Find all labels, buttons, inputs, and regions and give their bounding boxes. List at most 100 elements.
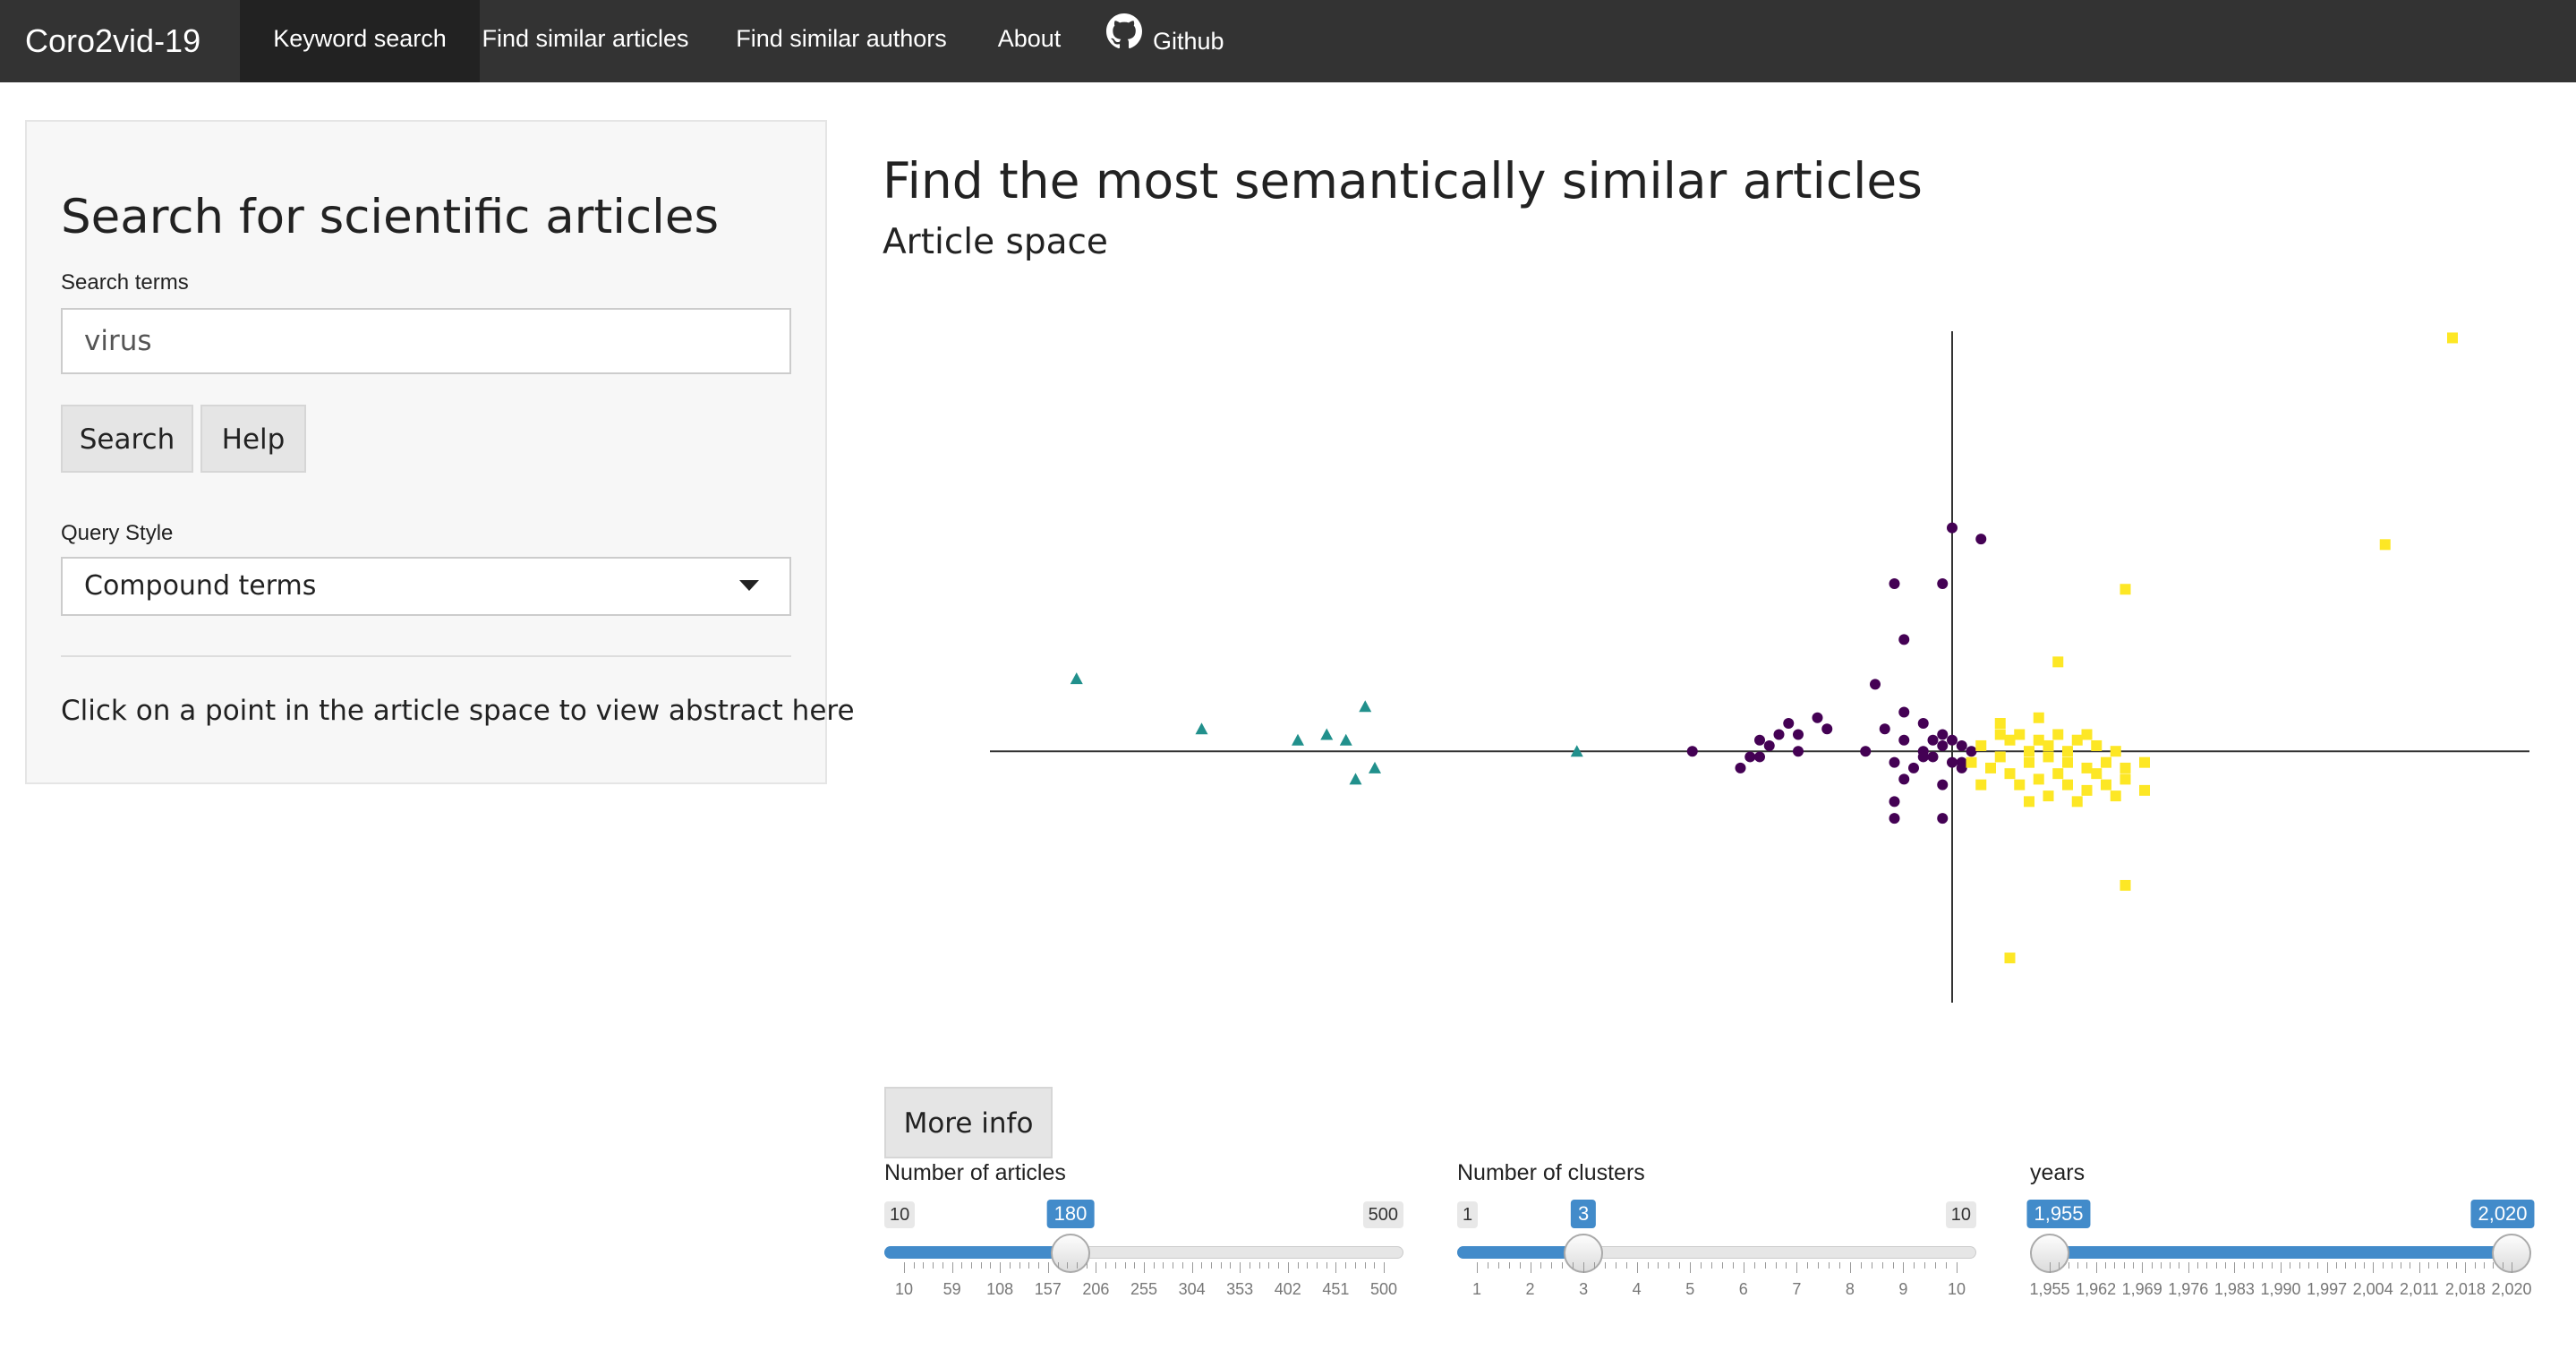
data-point-circle[interactable] xyxy=(1908,762,1919,773)
data-point-square[interactable] xyxy=(2120,879,2131,891)
data-point-square[interactable] xyxy=(1966,756,1977,768)
data-point-square[interactable] xyxy=(2071,734,2083,746)
data-point-circle[interactable] xyxy=(1754,734,1765,746)
data-point-circle[interactable] xyxy=(1917,751,1929,763)
data-point-circle[interactable] xyxy=(1735,762,1746,773)
data-point-circle[interactable] xyxy=(1937,813,1949,825)
data-point-triangle[interactable] xyxy=(1195,722,1208,735)
data-point-circle[interactable] xyxy=(1898,706,1910,718)
data-point-square[interactable] xyxy=(2043,751,2054,763)
data-point-square[interactable] xyxy=(2081,762,2093,773)
data-point-square[interactable] xyxy=(1994,718,2006,729)
data-point-square[interactable] xyxy=(2120,773,2131,785)
data-point-triangle[interactable] xyxy=(1339,733,1352,746)
data-point-square[interactable] xyxy=(2110,746,2121,757)
data-point-square[interactable] xyxy=(1994,751,2006,763)
data-point-circle[interactable] xyxy=(1754,751,1765,763)
data-point-circle[interactable] xyxy=(1937,729,1949,740)
data-point-circle[interactable] xyxy=(1947,756,1958,768)
more-info-button[interactable]: More info xyxy=(884,1087,1053,1158)
data-point-square[interactable] xyxy=(2014,729,2026,740)
data-point-square[interactable] xyxy=(2062,756,2073,768)
data-point-square[interactable] xyxy=(1985,762,1996,773)
data-point-circle[interactable] xyxy=(1937,779,1949,790)
data-point-circle[interactable] xyxy=(1956,739,1967,751)
data-point-circle[interactable] xyxy=(1917,718,1929,729)
nav-tab-about[interactable]: About xyxy=(979,0,1079,82)
nav-tab-find-similar-articles[interactable]: Find similar articles xyxy=(480,0,691,82)
data-point-square[interactable] xyxy=(2101,779,2111,790)
data-point-circle[interactable] xyxy=(1773,729,1785,740)
data-point-circle[interactable] xyxy=(1898,734,1910,746)
data-point-square[interactable] xyxy=(2081,784,2093,796)
number-of-articles-slider[interactable]: Number of articles 10 500 180 10 59 108 157… xyxy=(884,1160,1403,1303)
data-point-circle[interactable] xyxy=(1793,729,1804,740)
brand-title[interactable]: Coro2vid-19 xyxy=(25,0,200,82)
data-point-square[interactable] xyxy=(2139,784,2150,796)
data-point-circle[interactable] xyxy=(1947,522,1958,534)
data-point-circle[interactable] xyxy=(1947,734,1958,746)
data-point-circle[interactable] xyxy=(1821,723,1833,735)
data-point-square[interactable] xyxy=(1975,739,1987,751)
data-point-circle[interactable] xyxy=(1956,762,1967,773)
nav-link-github[interactable]: Github xyxy=(1106,0,1250,82)
data-point-circle[interactable] xyxy=(1870,679,1881,690)
data-point-circle[interactable] xyxy=(1975,534,1987,545)
data-point-circle[interactable] xyxy=(1937,578,1949,589)
data-point-square[interactable] xyxy=(2033,773,2044,785)
data-point-circle[interactable] xyxy=(1898,634,1910,645)
data-point-square[interactable] xyxy=(2071,796,2083,807)
data-point-square[interactable] xyxy=(2024,746,2034,757)
data-point-square[interactable] xyxy=(2447,332,2458,344)
data-point-square[interactable] xyxy=(2379,539,2391,551)
search-button[interactable]: Search xyxy=(61,405,193,473)
nav-tab-find-similar-authors[interactable]: Find similar authors xyxy=(716,0,967,82)
data-point-square[interactable] xyxy=(1994,729,2006,740)
data-point-square[interactable] xyxy=(2024,756,2034,768)
data-point-circle[interactable] xyxy=(1927,751,1939,763)
data-point-circle[interactable] xyxy=(1889,813,1900,825)
data-point-circle[interactable] xyxy=(1927,734,1939,746)
data-point-circle[interactable] xyxy=(1966,746,1977,757)
data-point-square[interactable] xyxy=(2052,656,2064,668)
data-point-circle[interactable] xyxy=(1686,746,1698,757)
data-point-circle[interactable] xyxy=(1763,739,1775,751)
search-input[interactable]: virus xyxy=(61,308,791,374)
data-point-square[interactable] xyxy=(2091,739,2103,751)
data-point-circle[interactable] xyxy=(1898,773,1910,785)
nav-tab-keyword-search[interactable]: Keyword search xyxy=(240,0,480,82)
article-space-plot[interactable] xyxy=(883,295,2576,1047)
data-point-circle[interactable] xyxy=(1937,739,1949,751)
data-point-square[interactable] xyxy=(2081,729,2093,740)
data-point-square[interactable] xyxy=(2004,768,2016,780)
data-point-triangle[interactable] xyxy=(1292,733,1304,746)
data-point-square[interactable] xyxy=(2033,734,2044,746)
data-point-triangle[interactable] xyxy=(1359,700,1372,713)
data-point-triangle[interactable] xyxy=(1369,761,1381,773)
data-point-square[interactable] xyxy=(2120,762,2131,773)
data-point-circle[interactable] xyxy=(1889,578,1900,589)
data-point-circle[interactable] xyxy=(1744,751,1756,763)
data-point-square[interactable] xyxy=(2033,712,2044,723)
data-point-circle[interactable] xyxy=(1879,723,1890,735)
data-point-circle[interactable] xyxy=(1812,712,1823,723)
data-point-square[interactable] xyxy=(2110,790,2121,802)
help-button[interactable]: Help xyxy=(200,405,306,473)
data-point-square[interactable] xyxy=(2091,768,2103,780)
query-style-select[interactable]: Compound terms xyxy=(61,557,791,616)
data-point-square[interactable] xyxy=(2024,796,2034,807)
data-point-square[interactable] xyxy=(2101,756,2111,768)
data-point-square[interactable] xyxy=(2004,734,2016,746)
scatter-chart[interactable] xyxy=(883,295,2576,1047)
data-point-square[interactable] xyxy=(2052,768,2064,780)
data-point-square[interactable] xyxy=(2139,756,2150,768)
data-point-triangle[interactable] xyxy=(1349,773,1362,785)
data-point-circle[interactable] xyxy=(1889,756,1900,768)
number-of-clusters-slider[interactable]: Number of clusters 1 10 3 1 2 3 4 5 6 7 8 9 10 xyxy=(1457,1160,1976,1303)
data-point-circle[interactable] xyxy=(1889,796,1900,807)
years-slider[interactable]: years 1,955 2,020 1,955 1,962 1,969 1,976 1,… xyxy=(2026,1160,2535,1303)
data-point-square[interactable] xyxy=(2014,779,2026,790)
data-point-triangle[interactable] xyxy=(1320,728,1334,740)
data-point-square[interactable] xyxy=(2062,779,2073,790)
data-point-square[interactable] xyxy=(2062,746,2073,757)
